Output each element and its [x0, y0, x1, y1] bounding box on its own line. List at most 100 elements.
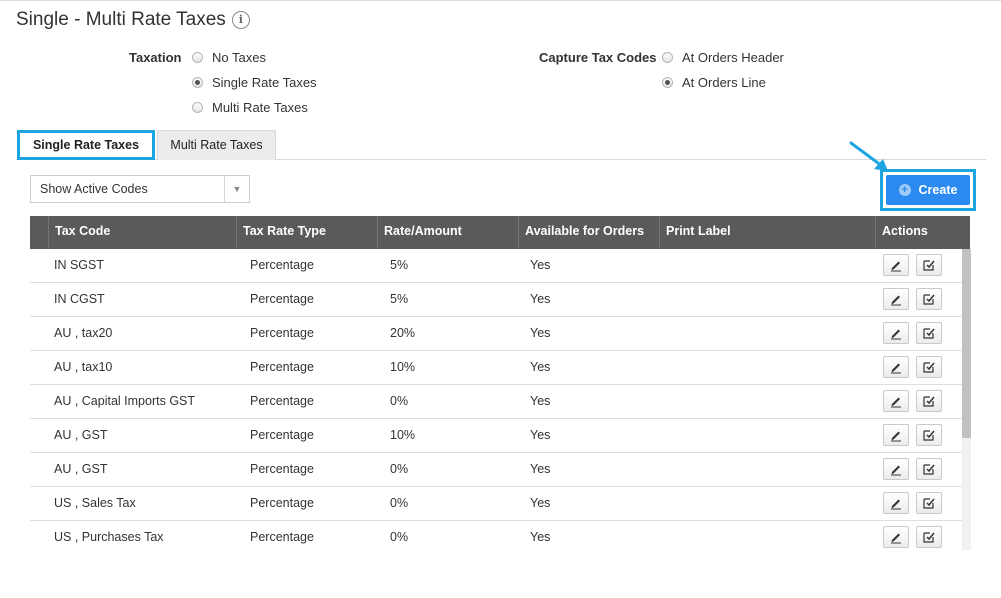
cell-rate-amount: 20% — [390, 326, 416, 340]
radio-no-taxes[interactable]: No Taxes — [192, 50, 266, 65]
edit-button[interactable] — [883, 424, 909, 446]
cell-available-for-orders: Yes — [530, 428, 551, 442]
header-spacer — [30, 216, 48, 249]
review-button[interactable] — [916, 424, 942, 446]
table-row[interactable]: AU , tax20 Percentage 20% Yes — [30, 317, 962, 351]
review-button[interactable] — [916, 322, 942, 344]
check-edit-icon — [923, 294, 935, 305]
review-button[interactable] — [916, 288, 942, 310]
table-scrollbar-thumb[interactable] — [962, 249, 971, 438]
radio-control[interactable] — [192, 102, 203, 113]
cell-tax-code: IN SGST — [54, 258, 105, 272]
cell-rate-amount: 0% — [390, 394, 409, 408]
review-button[interactable] — [916, 390, 942, 412]
pencil-icon — [891, 363, 901, 374]
header-print-label[interactable]: Print Label — [659, 216, 875, 249]
check-edit-icon — [923, 498, 935, 509]
table-row[interactable]: AU , tax10 Percentage 10% Yes — [30, 351, 962, 385]
edit-button[interactable] — [883, 356, 909, 378]
table-row[interactable]: AU , GST Percentage 10% Yes — [30, 419, 962, 453]
table-row[interactable]: IN CGST Percentage 5% Yes — [30, 283, 962, 317]
create-button[interactable]: + Create — [886, 175, 970, 205]
check-edit-icon — [923, 362, 935, 373]
table-row[interactable]: IN SGST Percentage 5% Yes — [30, 249, 962, 283]
plus-circle-icon: + — [898, 184, 911, 196]
edit-button[interactable] — [883, 254, 909, 276]
edit-button[interactable] — [883, 492, 909, 514]
pencil-icon — [891, 261, 901, 272]
cell-available-for-orders: Yes — [530, 462, 551, 476]
radio-multi-rate-taxes[interactable]: Multi Rate Taxes — [192, 100, 308, 115]
cell-rate-amount: 0% — [390, 530, 409, 544]
info-icon[interactable]: i — [231, 11, 250, 29]
pencil-icon — [891, 397, 901, 408]
pencil-icon — [891, 431, 901, 442]
radio-control[interactable] — [192, 52, 203, 63]
top-border — [0, 0, 1001, 1]
tab-multi-rate-taxes[interactable]: Multi Rate Taxes — [157, 130, 276, 160]
edit-button[interactable] — [883, 458, 909, 480]
check-edit-icon — [923, 396, 935, 407]
page-title: Single - Multi Rate Taxes i — [16, 9, 250, 31]
taxation-label: Taxation — [129, 50, 182, 65]
status-filter-select[interactable]: Show Active Codes ▼ — [30, 175, 250, 203]
review-button[interactable] — [916, 458, 942, 480]
table-body: IN SGST Percentage 5% Yes IN CGST Percen… — [30, 249, 962, 550]
edit-button[interactable] — [883, 526, 909, 548]
radio-control[interactable] — [662, 77, 673, 88]
create-button-highlight: + Create — [880, 169, 976, 211]
cell-available-for-orders: Yes — [530, 258, 551, 272]
page-title-text: Single - Multi Rate Taxes — [16, 9, 226, 30]
review-button[interactable] — [916, 254, 942, 276]
cell-tax-rate-type: Percentage — [250, 496, 314, 510]
check-edit-icon — [923, 532, 935, 543]
pencil-icon — [891, 295, 901, 306]
cell-available-for-orders: Yes — [530, 496, 551, 510]
cell-rate-amount: 5% — [390, 258, 409, 272]
capture-tax-codes-label: Capture Tax Codes — [539, 50, 657, 65]
header-tax-code[interactable]: Tax Code — [48, 216, 236, 249]
chevron-down-icon[interactable]: ▼ — [224, 176, 249, 202]
cell-tax-code: AU , tax10 — [54, 360, 113, 374]
select-value: Show Active Codes — [40, 182, 148, 196]
cell-tax-code: AU , GST — [54, 462, 108, 476]
table-row[interactable]: US , Sales Tax Percentage 0% Yes — [30, 487, 962, 521]
review-button[interactable] — [916, 356, 942, 378]
check-edit-icon — [923, 328, 935, 339]
cell-tax-rate-type: Percentage — [250, 394, 314, 408]
cell-rate-amount: 10% — [390, 360, 416, 374]
tab-single-rate-taxes[interactable]: Single Rate Taxes — [17, 130, 155, 160]
table-row[interactable]: AU , Capital Imports GST Percentage 0% Y… — [30, 385, 962, 419]
radio-single-rate-taxes[interactable]: Single Rate Taxes — [192, 75, 317, 90]
radio-control[interactable] — [662, 52, 673, 63]
cell-rate-amount: 10% — [390, 428, 416, 442]
review-button[interactable] — [916, 492, 942, 514]
header-tax-rate-type[interactable]: Tax Rate Type — [236, 216, 377, 249]
table-header: Tax Code Tax Rate Type Rate/Amount Avail… — [30, 216, 970, 249]
table-row[interactable]: AU , GST Percentage 0% Yes — [30, 453, 962, 487]
cell-available-for-orders: Yes — [530, 360, 551, 374]
cell-tax-code: US , Purchases Tax — [54, 530, 164, 544]
radio-control[interactable] — [192, 77, 203, 88]
header-available-for-orders[interactable]: Available for Orders — [518, 216, 659, 249]
header-rate-amount[interactable]: Rate/Amount — [377, 216, 518, 249]
radio-at-orders-line[interactable]: At Orders Line — [662, 75, 766, 90]
review-button[interactable] — [916, 526, 942, 548]
table-row[interactable]: US , Purchases Tax Percentage 0% Yes — [30, 521, 962, 550]
edit-button[interactable] — [883, 390, 909, 412]
cell-tax-code: AU , GST — [54, 428, 108, 442]
edit-button[interactable] — [883, 288, 909, 310]
cell-available-for-orders: Yes — [530, 530, 551, 544]
cell-tax-rate-type: Percentage — [250, 258, 314, 272]
cell-tax-rate-type: Percentage — [250, 360, 314, 374]
cell-tax-rate-type: Percentage — [250, 462, 314, 476]
cell-tax-rate-type: Percentage — [250, 530, 314, 544]
cell-tax-rate-type: Percentage — [250, 428, 314, 442]
cell-tax-code: AU , tax20 — [54, 326, 113, 340]
radio-at-orders-header[interactable]: At Orders Header — [662, 50, 784, 65]
header-actions: Actions — [875, 216, 970, 249]
edit-button[interactable] — [883, 322, 909, 344]
cell-rate-amount: 0% — [390, 462, 409, 476]
radio-label: At Orders Header — [682, 50, 784, 65]
cell-available-for-orders: Yes — [530, 292, 551, 306]
